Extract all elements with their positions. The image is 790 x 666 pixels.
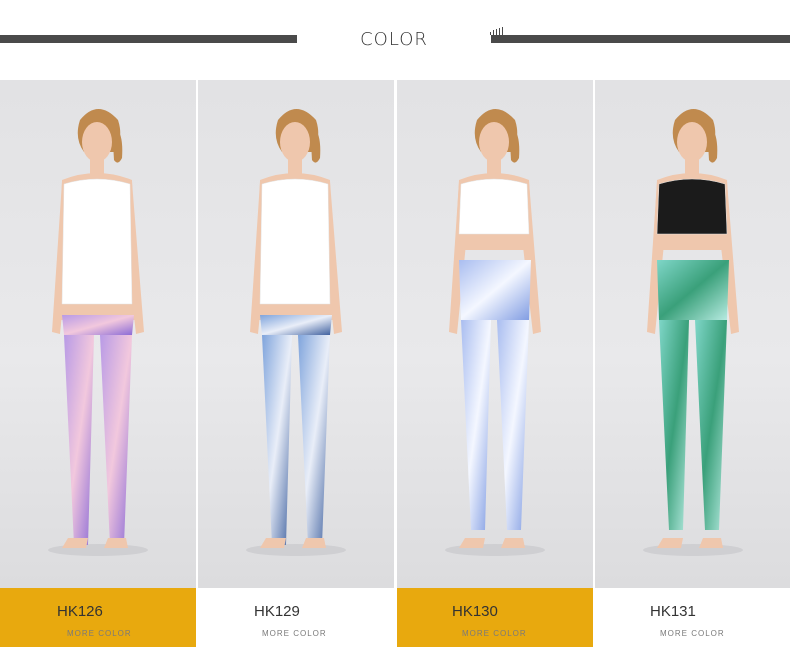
product-code: HK129 bbox=[254, 603, 300, 620]
product-card[interactable]: HK130 MORE COLOR bbox=[397, 80, 593, 647]
product-caption: HK130 MORE COLOR bbox=[397, 588, 593, 647]
model-figure bbox=[445, 109, 545, 556]
product-card[interactable]: HK129 MORE COLOR bbox=[198, 80, 394, 647]
more-color-link[interactable]: MORE COLOR bbox=[462, 629, 527, 638]
product-photo[interactable] bbox=[397, 80, 593, 588]
more-color-link[interactable]: MORE COLOR bbox=[660, 629, 725, 638]
product-code: HK126 bbox=[57, 603, 103, 620]
section-header: COLOR bbox=[0, 0, 790, 80]
product-card[interactable]: HK131 MORE COLOR bbox=[595, 80, 790, 647]
more-color-link[interactable]: MORE COLOR bbox=[262, 629, 327, 638]
product-caption: HK129 MORE COLOR bbox=[198, 588, 394, 647]
model-figure bbox=[643, 109, 743, 556]
product-photo[interactable] bbox=[0, 80, 196, 588]
product-photo[interactable] bbox=[595, 80, 790, 588]
model-figure bbox=[48, 109, 148, 556]
model-figure bbox=[246, 109, 346, 556]
product-grid: HK126 MORE COLOR HK129 MORE COLOR HK130 … bbox=[0, 80, 790, 647]
product-code: HK131 bbox=[650, 603, 696, 620]
more-color-link[interactable]: MORE COLOR bbox=[67, 629, 132, 638]
product-code: HK130 bbox=[452, 603, 498, 620]
header-tick-marks bbox=[490, 25, 503, 35]
product-caption: HK126 MORE COLOR bbox=[0, 588, 196, 647]
section-title: COLOR bbox=[360, 29, 428, 50]
header-rule-left bbox=[0, 35, 297, 43]
product-photo[interactable] bbox=[198, 80, 394, 588]
product-caption: HK131 MORE COLOR bbox=[595, 588, 790, 647]
product-card[interactable]: HK126 MORE COLOR bbox=[0, 80, 196, 647]
header-rule-right bbox=[491, 35, 790, 43]
